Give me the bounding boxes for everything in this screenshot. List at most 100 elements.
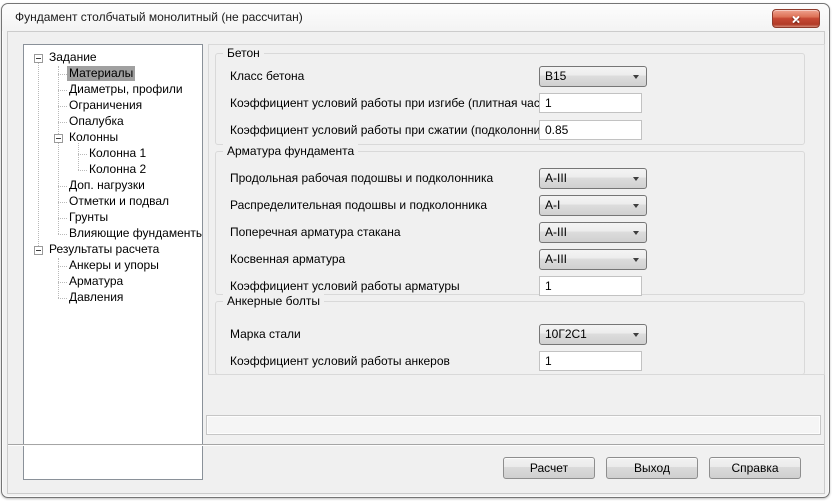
tree-item-label[interactable]: Диаметры, профили: [67, 82, 185, 97]
tree-item[interactable]: Колонна 2: [24, 162, 202, 178]
value-input[interactable]: [539, 120, 642, 140]
group-box-title: Анкерные болты: [223, 294, 324, 309]
form-row-label: Коэффициент условий работы при изгибе (п…: [230, 93, 539, 113]
value-dropdown[interactable]: 10Г2С1: [539, 324, 647, 345]
navigation-tree: ЗаданиеМатериалыДиаметры, профилиОгранич…: [24, 45, 202, 306]
tree-item-label[interactable]: Отметки и подвал: [67, 194, 171, 209]
tree-item-label[interactable]: Доп. нагрузки: [67, 178, 147, 193]
dropdown-value: B15: [545, 69, 566, 83]
tree-item[interactable]: Анкеры и упоры: [24, 258, 202, 274]
form-row-label: Коэффициент условий работы анкеров: [230, 351, 539, 371]
tree-item-label[interactable]: Анкеры и упоры: [67, 258, 161, 273]
group-box-title: Арматура фундамента: [223, 144, 358, 159]
tree-connector: [58, 298, 67, 299]
value-dropdown[interactable]: A-I: [539, 195, 647, 216]
form-row: Косвенная арматура A-III: [216, 249, 804, 276]
tree-item[interactable]: Задание: [24, 50, 202, 66]
form-row: Распределительная подошвы и подколонника…: [216, 195, 804, 222]
tree-item-label[interactable]: Колонна 2: [87, 162, 148, 177]
window-title: Фундамент столбчатый монолитный (не расс…: [15, 10, 303, 24]
group-box-title: Бетон: [223, 46, 264, 61]
dropdown-arrow-icon: [633, 75, 639, 79]
tree-connector: [58, 282, 67, 283]
tree-item[interactable]: Грунты: [24, 210, 202, 226]
form-row-label: Класс бетона: [230, 66, 539, 86]
tree-item-label[interactable]: Колонны: [67, 130, 120, 145]
tree-item-label[interactable]: Материалы: [67, 66, 135, 81]
tree-connector: [78, 154, 87, 155]
tree-collapse-icon[interactable]: [54, 134, 63, 143]
tree-connector: [58, 106, 67, 107]
group-box: Арматура фундаментаПродольная рабочая по…: [215, 151, 805, 295]
tree-item-label[interactable]: Давления: [67, 290, 125, 305]
tree-item[interactable]: Колонна 1: [24, 146, 202, 162]
tree-connector: [58, 266, 67, 267]
tree-connector: [78, 170, 87, 171]
tree-connector: [58, 122, 67, 123]
tree-item-label[interactable]: Арматура: [67, 274, 125, 289]
tree-item[interactable]: Ограничения: [24, 98, 202, 114]
close-icon: [791, 13, 802, 24]
value-dropdown[interactable]: A-III: [539, 249, 647, 270]
tree-item-label[interactable]: Задание: [47, 50, 99, 65]
tree-connector: [58, 234, 67, 235]
form-row-label: Косвенная арматура: [230, 249, 539, 269]
form-row-label: Коэффициент условий работы при сжатии (п…: [230, 120, 539, 140]
dropdown-value: A-I: [545, 198, 560, 212]
dropdown-arrow-icon: [633, 204, 639, 208]
status-strip: [206, 415, 821, 435]
form-row-label: Коэффициент условий работы арматуры: [230, 276, 539, 296]
tree-item-label[interactable]: Влияющие фундаменты: [67, 226, 203, 241]
value-dropdown[interactable]: A-III: [539, 222, 647, 243]
value-input[interactable]: [539, 276, 642, 296]
tree-item[interactable]: Давления: [24, 290, 202, 306]
tree-item[interactable]: Колонны: [24, 130, 202, 146]
value-input[interactable]: [539, 351, 642, 371]
footer-separator: [8, 444, 824, 446]
tree-item-label[interactable]: Колонна 1: [87, 146, 148, 161]
settings-form-panel: Бетон Класс бетона B15 Коэффициент условий …: [208, 44, 825, 375]
tree-item-label[interactable]: Опалубка: [67, 114, 126, 129]
dropdown-arrow-icon: [633, 231, 639, 235]
navigation-tree-panel: ЗаданиеМатериалыДиаметры, профилиОгранич…: [23, 44, 203, 480]
form-row: Продольная рабочая подошвы и подколонник…: [216, 168, 804, 195]
exit-button[interactable]: Выход: [606, 457, 698, 479]
tree-item-label[interactable]: Результаты расчета: [47, 242, 161, 257]
tree-item[interactable]: Доп. нагрузки: [24, 178, 202, 194]
value-dropdown[interactable]: A-III: [539, 168, 647, 189]
tree-item[interactable]: Влияющие фундаменты: [24, 226, 202, 242]
tree-item[interactable]: Арматура: [24, 274, 202, 290]
tree-item[interactable]: Результаты расчета: [24, 242, 202, 258]
form-row: Коэффициент условий работы при сжатии (п…: [216, 120, 804, 141]
dropdown-value: 10Г2С1: [545, 327, 587, 341]
tree-connector: [58, 90, 67, 91]
footer-buttons: Расчет Выход Справка: [503, 457, 801, 479]
tree-item-label[interactable]: Ограничения: [67, 98, 144, 113]
tree-item[interactable]: Диаметры, профили: [24, 82, 202, 98]
tree-collapse-icon[interactable]: [34, 246, 43, 255]
form-row-label: Распределительная подошвы и подколонника: [230, 195, 539, 215]
value-dropdown[interactable]: B15: [539, 66, 647, 87]
dropdown-arrow-icon: [633, 258, 639, 262]
tree-connector: [58, 202, 67, 203]
dialog-client-area: ЗаданиеМатериалыДиаметры, профилиОгранич…: [7, 31, 825, 494]
form-row-label: Поперечная арматура стакана: [230, 222, 539, 242]
value-input[interactable]: [539, 93, 642, 113]
tree-connector: [58, 186, 67, 187]
dropdown-value: A-III: [545, 252, 567, 266]
tree-item-label[interactable]: Грунты: [67, 210, 110, 225]
close-button[interactable]: [772, 9, 820, 28]
tree-connector: [58, 218, 67, 219]
form-row: Поперечная арматура стаканаA-III: [216, 222, 804, 249]
tree-collapse-icon[interactable]: [34, 54, 43, 63]
calculate-button[interactable]: Расчет: [503, 457, 595, 479]
titlebar: Фундамент столбчатый монолитный (не расс…: [2, 4, 829, 31]
tree-item[interactable]: Материалы: [24, 66, 202, 82]
form-row: Класс бетона B15: [216, 66, 804, 93]
form-row: Коэффициент условий работы при изгибе (п…: [216, 93, 804, 120]
tree-connector: [58, 74, 67, 75]
form-row-label: Марка стали: [230, 324, 539, 344]
tree-item[interactable]: Отметки и подвал: [24, 194, 202, 210]
tree-item[interactable]: Опалубка: [24, 114, 202, 130]
help-button[interactable]: Справка: [709, 457, 801, 479]
